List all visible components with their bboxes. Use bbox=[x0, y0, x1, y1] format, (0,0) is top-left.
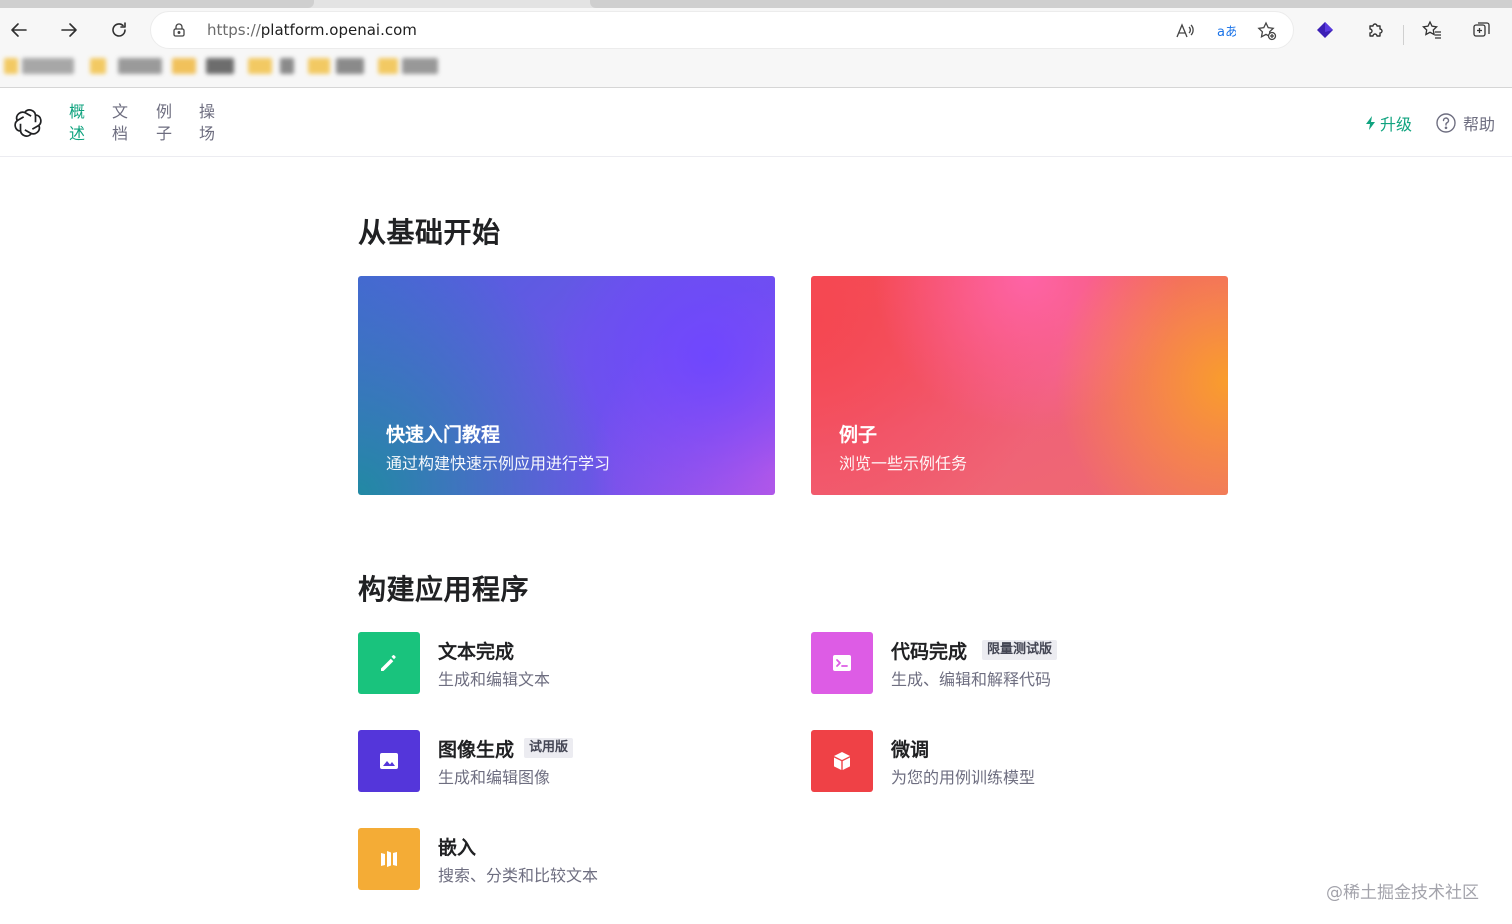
lock-icon[interactable] bbox=[171, 22, 187, 38]
collections-icon bbox=[1473, 22, 1490, 37]
url-host: platform.openai.com bbox=[260, 21, 417, 39]
bookmark-item[interactable] bbox=[280, 58, 294, 74]
nav-docs[interactable]: 文档 bbox=[110, 101, 130, 145]
feature-description: 为您的用例训练模型 bbox=[891, 768, 1036, 787]
bookmark-item[interactable] bbox=[118, 58, 162, 74]
extension-diamond-icon bbox=[1317, 22, 1333, 38]
url-text[interactable]: https://platform.openai.com bbox=[207, 21, 417, 39]
extension-button[interactable] bbox=[1313, 18, 1337, 42]
cube-icon bbox=[834, 752, 850, 770]
bookmark-item[interactable] bbox=[308, 58, 330, 74]
feature-title: 嵌入 bbox=[438, 837, 477, 859]
browser-tab[interactable] bbox=[590, 0, 1512, 8]
back-button[interactable] bbox=[5, 16, 33, 44]
upgrade-label: 升级 bbox=[1380, 115, 1413, 134]
feature-text-completion[interactable]: 文本完成 生成和编辑文本 bbox=[358, 632, 778, 696]
bookmark-item[interactable] bbox=[402, 58, 438, 74]
feature-badge: 限量测试版 bbox=[982, 640, 1058, 660]
bookmark-item[interactable] bbox=[4, 58, 18, 74]
nav-examples[interactable]: 例子 bbox=[154, 101, 174, 145]
add-favorite-button[interactable] bbox=[1256, 20, 1278, 42]
toolbar-divider bbox=[1403, 25, 1404, 45]
translate-button[interactable]: aあ bbox=[1215, 20, 1237, 42]
watermark: @稀土掘金技术社区 bbox=[1326, 883, 1479, 903]
address-bar[interactable]: https://platform.openai.com aあ bbox=[150, 11, 1294, 49]
forward-button[interactable] bbox=[55, 16, 83, 44]
section-title-start: 从基础开始 bbox=[358, 216, 501, 249]
feature-code-completion[interactable]: 代码完成 限量测试版 生成、编辑和解释代码 bbox=[811, 632, 1231, 696]
favorites-icon bbox=[1422, 20, 1441, 39]
collections-button[interactable] bbox=[1470, 18, 1494, 42]
reload-icon bbox=[112, 22, 126, 37]
puzzle-icon bbox=[1369, 23, 1383, 37]
feature-embeddings[interactable]: 嵌入 搜索、分类和比较文本 bbox=[358, 828, 778, 892]
browser-tab[interactable] bbox=[0, 0, 314, 8]
favorites-button[interactable] bbox=[1420, 18, 1444, 42]
extensions-button[interactable] bbox=[1364, 18, 1388, 42]
browser-tab-strip bbox=[0, 0, 1512, 8]
feature-title: 图像生成 bbox=[438, 739, 515, 761]
openai-logo-icon[interactable] bbox=[13, 108, 43, 138]
nav-overview[interactable]: 概述 bbox=[67, 101, 87, 145]
url-scheme: https:// bbox=[207, 21, 261, 39]
bookmark-item[interactable] bbox=[22, 58, 74, 74]
feature-badge: 试用版 bbox=[524, 738, 574, 758]
lightning-icon bbox=[1366, 116, 1375, 130]
embeddings-icon bbox=[381, 851, 397, 867]
help-label: 帮助 bbox=[1463, 115, 1496, 134]
translate-icon: aあ bbox=[1217, 25, 1236, 40]
star-add-icon bbox=[1257, 21, 1277, 41]
feature-description: 生成、编辑和解释代码 bbox=[891, 670, 1052, 689]
bookmark-item[interactable] bbox=[336, 58, 364, 74]
bookmark-item[interactable] bbox=[378, 58, 398, 74]
arrow-right-icon bbox=[61, 23, 77, 37]
feature-title: 代码完成 bbox=[891, 641, 968, 663]
feature-description: 生成和编辑文本 bbox=[438, 670, 551, 689]
feature-description: 生成和编辑图像 bbox=[438, 768, 551, 787]
section-title-build: 构建应用程序 bbox=[358, 573, 530, 606]
bookmark-item[interactable] bbox=[172, 58, 196, 74]
help-button[interactable]: 帮助 bbox=[1435, 111, 1495, 135]
reload-button[interactable] bbox=[105, 16, 133, 44]
browser-toolbar: https://platform.openai.com aあ bbox=[0, 8, 1512, 52]
feature-icon-tile bbox=[358, 828, 420, 890]
read-aloud-button[interactable] bbox=[1173, 20, 1195, 42]
feature-description: 搜索、分类和比较文本 bbox=[438, 866, 599, 885]
upgrade-button[interactable]: 升级 bbox=[1364, 111, 1412, 135]
favorites-bar bbox=[0, 52, 1512, 88]
svg-text:aあ: aあ bbox=[1217, 25, 1236, 40]
bookmark-item[interactable] bbox=[206, 58, 234, 74]
bookmark-item[interactable] bbox=[248, 58, 272, 74]
hero-card-examples[interactable]: 例子 浏览一些示例任务 bbox=[811, 276, 1228, 495]
read-aloud-icon bbox=[1176, 23, 1194, 38]
terminal-icon bbox=[833, 655, 851, 671]
feature-icon-tile bbox=[811, 632, 873, 694]
feature-icon-tile bbox=[358, 632, 420, 694]
feature-icon-tile bbox=[358, 730, 420, 792]
feature-icon-tile bbox=[811, 730, 873, 792]
pencil-icon bbox=[381, 655, 397, 671]
hero-card-description: 浏览一些示例任务 bbox=[839, 454, 968, 473]
arrow-left-icon bbox=[11, 23, 27, 37]
feature-title: 微调 bbox=[891, 739, 930, 761]
hero-card-title: 例子 bbox=[839, 424, 878, 446]
image-icon bbox=[380, 753, 398, 769]
feature-title: 文本完成 bbox=[438, 641, 515, 663]
hero-card-title: 快速入门教程 bbox=[386, 424, 501, 446]
question-circle-icon bbox=[1436, 113, 1456, 133]
nav-playground[interactable]: 操场 bbox=[197, 101, 217, 145]
bookmark-item[interactable] bbox=[90, 58, 106, 74]
app-header: 概述 文档 例子 操场 升级 帮助 bbox=[0, 89, 1512, 157]
feature-fine-tuning[interactable]: 微调 为您的用例训练模型 bbox=[811, 730, 1231, 794]
hero-card-description: 通过构建快速示例应用进行学习 bbox=[386, 454, 611, 473]
feature-image-generation[interactable]: 图像生成 试用版 生成和编辑图像 bbox=[358, 730, 778, 794]
hero-card-quickstart[interactable]: 快速入门教程 通过构建快速示例应用进行学习 bbox=[358, 276, 775, 495]
